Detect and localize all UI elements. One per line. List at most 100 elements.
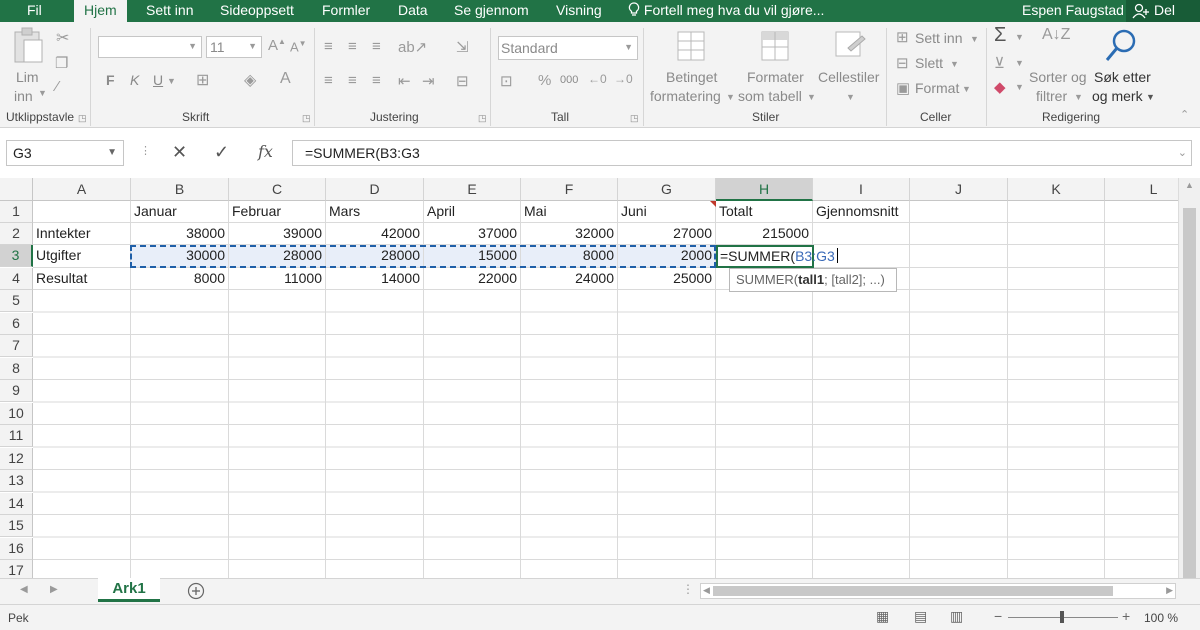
increase-indent-icon[interactable]: ⇥ [422, 72, 435, 90]
grid-view-icon[interactable]: ▦ [876, 608, 889, 625]
row-header-13[interactable]: 13 [0, 470, 33, 492]
cell-f1[interactable]: Mai [521, 201, 618, 223]
shrink-font-icon[interactable]: A▼ [290, 39, 307, 54]
magnifier-icon[interactable] [1104, 28, 1138, 64]
chevron-down-icon[interactable]: ▼ [1015, 82, 1024, 92]
tab-insert[interactable]: Sett inn [146, 0, 193, 22]
chevron-down-icon[interactable]: ▼ [962, 84, 971, 94]
active-cell-h3[interactable]: =SUMMER(B3:G3 [716, 245, 838, 268]
tab-page-layout[interactable]: Sideoppsett [220, 0, 294, 22]
orientation-icon[interactable]: ab↗ [398, 38, 427, 56]
align-right-icon[interactable]: ≡ [372, 72, 381, 89]
cell-f4[interactable]: 24000 [521, 268, 618, 290]
cell-d3[interactable]: 28000 [326, 245, 424, 268]
decrease-decimal-icon[interactable]: →0 [614, 72, 633, 86]
row-header-17[interactable]: 17 [0, 560, 33, 578]
decrease-indent-icon[interactable]: ⇤ [398, 72, 411, 90]
scroll-right-icon[interactable]: ▶ [1166, 585, 1173, 596]
wrap-text-icon[interactable]: ⇲ [456, 38, 469, 56]
cell-j2[interactable] [910, 223, 1008, 245]
horizontal-scroll-thumb[interactable] [713, 586, 1113, 596]
chevron-down-icon[interactable]: ▼ [807, 92, 816, 102]
cell-c2[interactable]: 39000 [229, 223, 326, 245]
row-header-5[interactable]: 5 [0, 290, 33, 312]
cell-h2[interactable]: 215000 [716, 223, 813, 245]
scroll-tabs-right-icon[interactable]: ▶ [50, 584, 58, 595]
row-header-6[interactable]: 6 [0, 313, 33, 335]
row-header-8[interactable]: 8 [0, 358, 33, 380]
row-header-10[interactable]: 10 [0, 403, 33, 425]
border-icon[interactable]: ⊞ [196, 70, 209, 90]
column-header-g[interactable]: G [618, 178, 716, 201]
fill-color-icon[interactable]: ◈ [244, 70, 256, 90]
format-as-table-label-2[interactable]: som tabell [738, 88, 802, 104]
tab-home[interactable]: Hjem [74, 0, 127, 22]
chevron-down-icon[interactable]: ▼ [167, 76, 176, 86]
cell-e4[interactable]: 22000 [424, 268, 521, 290]
cell-j1[interactable] [910, 201, 1008, 223]
thousands-separator-button[interactable]: 000 [560, 74, 578, 86]
column-header-l[interactable]: L [1105, 178, 1178, 201]
font-color-icon[interactable]: A [280, 70, 291, 88]
grow-font-icon[interactable]: A▲ [268, 37, 286, 54]
cell-e1[interactable]: April [424, 201, 521, 223]
page-break-icon[interactable]: ▥ [950, 608, 963, 625]
scissors-icon[interactable]: ✂ [56, 28, 69, 48]
cell-l4[interactable] [1105, 268, 1178, 290]
dialog-launcher-icon[interactable]: ◳ [78, 113, 87, 124]
cell-d1[interactable]: Mars [326, 201, 424, 223]
align-top-icon[interactable]: ≡ [324, 38, 333, 55]
dialog-launcher-icon[interactable]: ◳ [630, 113, 639, 124]
format-as-table-label-1[interactable]: Formater [747, 69, 804, 85]
tell-me-box[interactable]: Fortell meg hva du vil gjøre... [628, 0, 824, 22]
chevron-down-icon[interactable]: ▼ [1146, 92, 1155, 102]
column-header-c[interactable]: C [229, 178, 326, 201]
x-icon[interactable]: ✕ [172, 142, 187, 163]
zoom-slider-thumb[interactable] [1060, 611, 1064, 623]
increase-decimal-icon[interactable]: ←0 [588, 72, 607, 86]
clipboard-icon[interactable] [12, 26, 46, 66]
zoom-in-icon[interactable]: + [1122, 608, 1130, 624]
tab-view[interactable]: Visning [556, 0, 602, 22]
chevron-down-icon[interactable]: ▼ [970, 34, 979, 44]
select-all-corner[interactable] [0, 178, 33, 201]
chevron-down-icon[interactable]: ▼ [1015, 32, 1024, 42]
column-header-f[interactable]: F [521, 178, 618, 201]
grip-icon[interactable]: ⋮ [140, 144, 151, 157]
align-center-icon[interactable]: ≡ [348, 72, 357, 89]
cell-e2[interactable]: 37000 [424, 223, 521, 245]
horizontal-scrollbar[interactable]: ◀ ▶ [700, 583, 1176, 599]
dialog-launcher-icon[interactable]: ◳ [478, 113, 487, 124]
function-tooltip[interactable]: SUMMER(tall1; [tall2]; ...) [729, 268, 897, 292]
eraser-icon[interactable]: ◆ [994, 78, 1006, 96]
row-header-15[interactable]: 15 [0, 515, 33, 537]
chevron-down-icon[interactable]: ▼ [950, 59, 959, 69]
chevron-down-icon[interactable]: ▼ [1015, 58, 1024, 68]
column-header-e[interactable]: E [424, 178, 521, 201]
cell-j4[interactable] [910, 268, 1008, 290]
formula-input[interactable]: =SUMMER(B3:G3 ⌄ [292, 140, 1192, 166]
column-header-b[interactable]: B [131, 178, 229, 201]
cell-a2[interactable]: Inntekter [33, 223, 131, 245]
brush-icon[interactable]: ⁄ [56, 78, 59, 95]
scroll-tabs-left-icon[interactable]: ◀ [20, 584, 28, 595]
cell-styles-label[interactable]: Cellestiler [818, 69, 879, 85]
split-handle-icon[interactable]: ⋮ [682, 582, 694, 596]
row-header-11[interactable]: 11 [0, 425, 33, 447]
fx-icon[interactable]: fx [258, 142, 273, 161]
cell-k3[interactable] [1008, 245, 1105, 268]
cell-g2[interactable]: 27000 [618, 223, 716, 245]
vertical-scrollbar[interactable]: ▲ [1178, 178, 1200, 618]
sheet-tab-ark1[interactable]: Ark1 [98, 578, 160, 602]
dialog-launcher-icon[interactable]: ◳ [302, 113, 311, 124]
row-header-4[interactable]: 4 [0, 268, 33, 290]
tab-review[interactable]: Se gjennom [454, 0, 529, 22]
cell-b1[interactable]: Januar [131, 201, 229, 223]
row-header-7[interactable]: 7 [0, 335, 33, 357]
number-format-dropdown[interactable]: Standard ▼ [498, 36, 638, 60]
scroll-up-icon[interactable]: ▲ [1185, 180, 1194, 190]
cell-b4[interactable]: 8000 [131, 268, 229, 290]
underline-button[interactable]: U [153, 72, 163, 88]
cell-b2[interactable]: 38000 [131, 223, 229, 245]
insert-cells-icon[interactable]: ⊞ [896, 28, 909, 46]
